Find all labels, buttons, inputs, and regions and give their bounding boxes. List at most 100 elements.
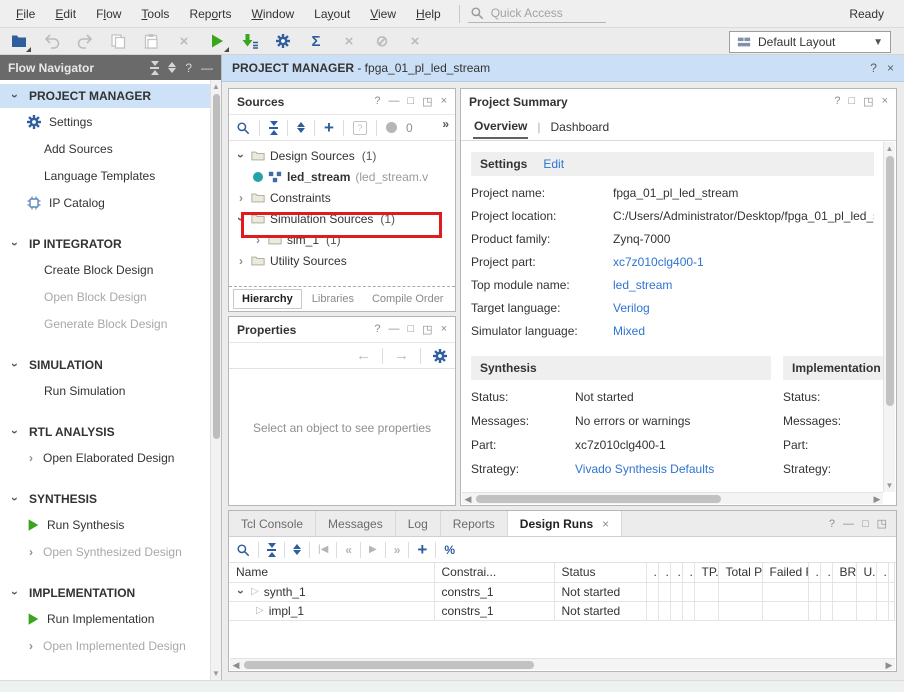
column-header[interactable]: ... <box>658 563 670 582</box>
add-sources-icon[interactable]: + <box>324 119 334 136</box>
column-header-name[interactable]: Name <box>229 563 434 582</box>
scroll-up-icon[interactable]: ▲ <box>884 143 895 154</box>
float-icon[interactable]: ◳ <box>863 95 873 108</box>
tab-hierarchy[interactable]: Hierarchy <box>233 289 302 309</box>
run-button[interactable] <box>208 32 226 50</box>
scroll-left-icon[interactable]: ◀ <box>462 493 474 505</box>
close-icon[interactable]: × <box>441 95 447 108</box>
tab-design-runs[interactable]: Design Runs× <box>508 511 622 536</box>
layout-selector[interactable]: Default Layout ▼ <box>729 31 891 53</box>
minimize-icon[interactable]: — <box>389 323 400 336</box>
tab-messages[interactable]: Messages <box>316 511 396 536</box>
help-icon[interactable]: ? <box>829 518 835 530</box>
flow-item-settings[interactable]: Settings <box>0 108 210 135</box>
column-header[interactable]: ... <box>646 563 658 582</box>
summary-vertical-scrollbar[interactable]: ▲ ▼ <box>883 142 895 492</box>
help-icon[interactable]: ? <box>834 95 840 108</box>
generate-bitstream-button[interactable] <box>241 32 259 50</box>
expand-all-icon[interactable] <box>293 544 301 555</box>
search-icon[interactable] <box>236 543 250 557</box>
maximize-icon[interactable]: □ <box>408 323 415 336</box>
add-run-icon[interactable]: + <box>417 541 427 558</box>
menu-layout[interactable]: Layout <box>304 2 360 26</box>
tree-item-simulation-sources[interactable]: › Simulation Sources(1) <box>229 208 455 229</box>
column-header-status[interactable]: Status <box>554 563 646 582</box>
column-header-util[interactable]: U... <box>856 563 876 582</box>
close-tab-icon[interactable]: × <box>602 517 609 531</box>
flow-item-create-block-design[interactable]: Create Block Design <box>0 256 210 283</box>
minimize-icon[interactable]: — <box>389 95 400 108</box>
column-header-failed-routes[interactable]: Failed Ro... <box>762 563 808 582</box>
flow-item-ip-catalog[interactable]: IP Catalog <box>0 189 210 216</box>
settings-gear-button[interactable] <box>274 32 292 50</box>
section-simulation[interactable]: ›SIMULATION <box>0 353 210 377</box>
column-header[interactable]: ... <box>808 563 820 582</box>
forward-arrow-icon[interactable]: → <box>394 348 409 363</box>
minimize-icon[interactable]: — <box>843 518 854 530</box>
menu-file[interactable]: File <box>6 2 45 26</box>
tab-libraries[interactable]: Libraries <box>304 290 362 308</box>
scroll-right-icon[interactable]: ▶ <box>883 659 895 671</box>
column-header-constraints[interactable]: Constrai... <box>434 563 554 582</box>
tree-item-led-stream[interactable]: led_stream (led_stream.v <box>229 166 455 187</box>
undo-button[interactable] <box>43 32 61 50</box>
project-part-link[interactable]: xc7z010clg400-1 <box>613 255 874 269</box>
tree-item-utility-sources[interactable]: › Utility Sources <box>229 250 455 271</box>
scroll-left-icon[interactable]: ◀ <box>230 659 242 671</box>
open-project-button[interactable] <box>10 32 28 50</box>
overflow-icon[interactable]: » <box>442 115 448 131</box>
tree-item-sim-1[interactable]: › sim_1(1) <box>229 229 455 250</box>
section-project-manager[interactable]: ›PROJECT MANAGER <box>0 84 210 108</box>
scroll-down-icon[interactable]: ▼ <box>884 480 895 491</box>
tab-log[interactable]: Log <box>396 511 441 536</box>
column-header[interactable]: ... <box>876 563 888 582</box>
help-icon[interactable]: ? <box>870 61 877 75</box>
delete-button[interactable]: × <box>175 32 193 50</box>
expand-all-icon[interactable] <box>168 62 176 73</box>
tree-item-constraints[interactable]: › Constraints <box>229 187 455 208</box>
maximize-icon[interactable]: □ <box>849 95 856 108</box>
back-arrow-icon[interactable]: ← <box>356 348 371 363</box>
collapse-all-icon[interactable] <box>269 121 278 135</box>
flow-item-run-synthesis[interactable]: Run Synthesis <box>0 511 210 538</box>
minimize-icon[interactable]: — <box>201 61 213 75</box>
table-row-synth-1[interactable]: ›▷synth_1 constrs_1 Not started <box>229 582 894 601</box>
flow-item-language-templates[interactable]: Language Templates <box>0 162 210 189</box>
menu-help[interactable]: Help <box>406 2 451 26</box>
collapse-all-icon[interactable] <box>150 61 159 75</box>
flow-item-add-sources[interactable]: Add Sources <box>0 135 210 162</box>
menu-reports[interactable]: Reports <box>179 2 241 26</box>
column-header[interactable]: ... <box>820 563 832 582</box>
column-header-bram[interactable]: BR... <box>832 563 856 582</box>
tree-item-design-sources[interactable]: › Design Sources(1) <box>229 145 455 166</box>
menu-view[interactable]: View <box>360 2 406 26</box>
sum-reports-button[interactable]: Σ <box>307 32 325 50</box>
tab-dashboard[interactable]: Dashboard <box>550 116 611 138</box>
maximize-icon[interactable]: □ <box>862 518 869 530</box>
tab-overview[interactable]: Overview <box>473 115 528 139</box>
copy-button[interactable] <box>109 32 127 50</box>
target-language-link[interactable]: Verilog <box>613 301 874 315</box>
flow-item-run-simulation[interactable]: Run Simulation <box>0 377 210 404</box>
section-rtl-analysis[interactable]: ›RTL ANALYSIS <box>0 420 210 444</box>
flow-item-open-elaborated-design[interactable]: ›Open Elaborated Design <box>0 444 210 471</box>
close-icon[interactable]: × <box>882 95 888 108</box>
edit-link[interactable]: Edit <box>543 157 564 171</box>
tab-compile-order[interactable]: Compile Order <box>364 290 452 308</box>
redo-button[interactable] <box>76 32 94 50</box>
flow-item-run-implementation[interactable]: Run Implementation <box>0 605 210 632</box>
expand-all-icon[interactable] <box>297 122 305 133</box>
menu-tools[interactable]: Tools <box>131 2 179 26</box>
quick-access-search[interactable] <box>468 4 606 23</box>
help-icon[interactable]: ? <box>185 61 192 75</box>
scrollbar-thumb[interactable] <box>476 495 721 503</box>
help-icon[interactable]: ? <box>374 323 380 336</box>
float-icon[interactable]: ◳ <box>422 323 432 336</box>
search-icon[interactable] <box>236 121 250 135</box>
column-header[interactable]: ... <box>682 563 694 582</box>
scrollbar-thumb[interactable] <box>213 94 220 439</box>
section-synthesis[interactable]: ›SYNTHESIS <box>0 487 210 511</box>
tab-tcl-console[interactable]: Tcl Console <box>229 511 316 536</box>
close-icon[interactable]: × <box>887 61 894 75</box>
table-row-impl-1[interactable]: ▷impl_1 constrs_1 Not started <box>229 601 894 620</box>
